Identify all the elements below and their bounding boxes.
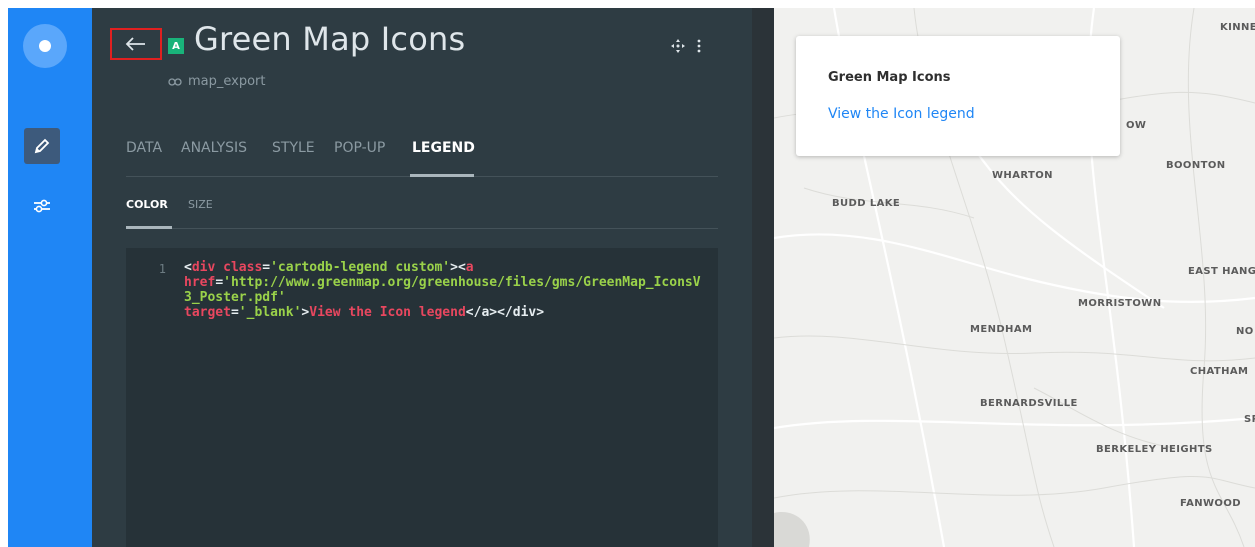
place-label: MORRISTOWN (1078, 298, 1162, 309)
place-label: FANWOOD (1180, 498, 1241, 509)
pencil-icon (34, 138, 50, 154)
move-icon[interactable] (670, 38, 686, 54)
place-label: MENDHAM (970, 324, 1033, 335)
line-number: 1 (158, 262, 166, 276)
legend-link[interactable]: View the Icon legend (828, 106, 975, 122)
more-options-icon[interactable] (696, 38, 702, 54)
layer-editor-panel: A Green Map Icons map_export DATA ANALYS… (92, 8, 752, 547)
map-legend-card: Green Map Icons View the Icon legend (796, 36, 1120, 156)
place-label: EAST HANG (1188, 266, 1255, 277)
arrow-left-icon (125, 37, 145, 51)
sliders-icon (34, 199, 50, 213)
place-label: OW (1126, 120, 1147, 131)
panel-divider (752, 8, 774, 547)
left-rail (8, 8, 92, 547)
layer-source-name: map_export (188, 74, 266, 89)
active-subtab-indicator (126, 226, 172, 229)
place-label: BUDD LAKE (832, 198, 901, 209)
active-tab-indicator (410, 174, 474, 177)
link-icon (168, 77, 182, 86)
legend-title: Green Map Icons (828, 70, 951, 85)
layer-title[interactable]: Green Map Icons (194, 20, 465, 58)
place-label: SP (1244, 414, 1255, 425)
place-label: BERKELEY HEIGHTS (1096, 444, 1213, 455)
layer-letter-badge: A (168, 38, 184, 54)
logo-icon (39, 40, 51, 52)
tab-legend[interactable]: LEGEND (412, 140, 475, 156)
place-label: NO (1236, 326, 1254, 337)
filters-button[interactable] (28, 192, 56, 220)
place-label: KINNELO (1220, 22, 1255, 33)
tab-analysis[interactable]: ANALYSIS (181, 140, 247, 156)
place-label: WHARTON (992, 170, 1053, 181)
app-frame: A Green Map Icons map_export DATA ANALYS… (8, 8, 1255, 547)
back-button[interactable] (110, 28, 162, 60)
place-label: BERNARDSVILLE (980, 398, 1078, 409)
place-label: BOONTON (1166, 160, 1226, 171)
header-actions (670, 38, 702, 54)
legend-subtabs: COLOR SIZE (126, 198, 718, 229)
legend-html-code[interactable]: <div class='cartodb-legend custom'><a hr… (184, 260, 704, 320)
tab-pop-up[interactable]: POP-UP (334, 140, 385, 156)
tab-style[interactable]: STYLE (272, 140, 315, 156)
layer-tabs: DATA ANALYSIS STYLE POP-UP LEGEND (126, 140, 718, 177)
subtab-color[interactable]: COLOR (126, 198, 168, 211)
subtab-size[interactable]: SIZE (188, 198, 213, 211)
tab-data[interactable]: DATA (126, 140, 162, 156)
legend-html-editor[interactable]: 1 <div class='cartodb-legend custom'><a … (126, 248, 718, 547)
edit-button[interactable] (24, 128, 60, 164)
map-view[interactable]: KINNELO OW BOONTON WHARTON BUDD LAKE EAS… (774, 8, 1255, 547)
layer-source: map_export (168, 74, 266, 89)
place-label: CHATHAM (1190, 366, 1249, 377)
home-logo-button[interactable] (23, 24, 67, 68)
